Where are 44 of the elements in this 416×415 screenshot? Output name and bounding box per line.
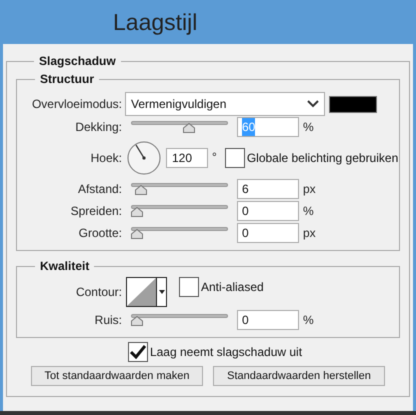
checkbox[interactable] (179, 277, 199, 297)
value-field[interactable]: 0 (237, 223, 299, 243)
field-label: Ruis: (94, 312, 122, 329)
check-icon (130, 345, 146, 359)
slider[interactable] (131, 183, 228, 195)
action-button[interactable]: Standaardwaarden herstellen (213, 366, 385, 386)
field-label: Grootte: (78, 225, 122, 242)
checkbox[interactable] (224, 148, 245, 168)
value-field[interactable]: 6 (237, 179, 299, 199)
color-swatch[interactable] (329, 96, 377, 112)
checkbox-label: Laag neemt slagschaduw uit (150, 344, 302, 361)
slider[interactable] (131, 314, 228, 326)
angle-field[interactable]: 120 (166, 148, 208, 168)
group-title: Structuur (39, 71, 95, 88)
angle-dial-icon[interactable] (127, 141, 161, 175)
unit-label: px (303, 181, 316, 198)
group-title: Kwaliteit (39, 258, 90, 275)
field-label: Spreiden: (70, 203, 122, 220)
value-field[interactable]: 0 (237, 310, 299, 330)
unit-label: % (303, 203, 314, 220)
window-title: Laagstijl (113, 8, 198, 37)
slider[interactable] (131, 205, 228, 217)
field-label: Afstand: (76, 181, 122, 198)
checkbox-label: Anti-aliased (201, 279, 264, 296)
contour-curve-icon (127, 278, 156, 306)
unit-label: % (303, 312, 314, 329)
slider[interactable] (131, 227, 228, 239)
checkbox-label: Globale belichting gebruiken (246, 150, 398, 167)
caret-icon (158, 290, 164, 294)
contour-picker[interactable] (126, 277, 167, 307)
field-label: Contour: (74, 284, 122, 301)
checkbox[interactable] (128, 342, 148, 362)
slider[interactable] (131, 121, 228, 133)
field-label: Overvloeimodus: (30, 96, 122, 113)
field-label: Hoek: (90, 150, 122, 167)
unit-label: % (303, 119, 314, 136)
group-title: Slagschaduw (38, 53, 117, 70)
degree-label: ° (212, 149, 217, 166)
chevron-down-icon (307, 100, 319, 108)
blend-mode-dropdown[interactable]: Vermenigvuldigen (125, 92, 325, 116)
unit-label: px (303, 225, 316, 242)
value-field[interactable]: 0 (237, 201, 299, 221)
action-button[interactable]: Tot standaardwaarden maken (31, 366, 203, 386)
field-label: Dekking: (74, 119, 122, 136)
